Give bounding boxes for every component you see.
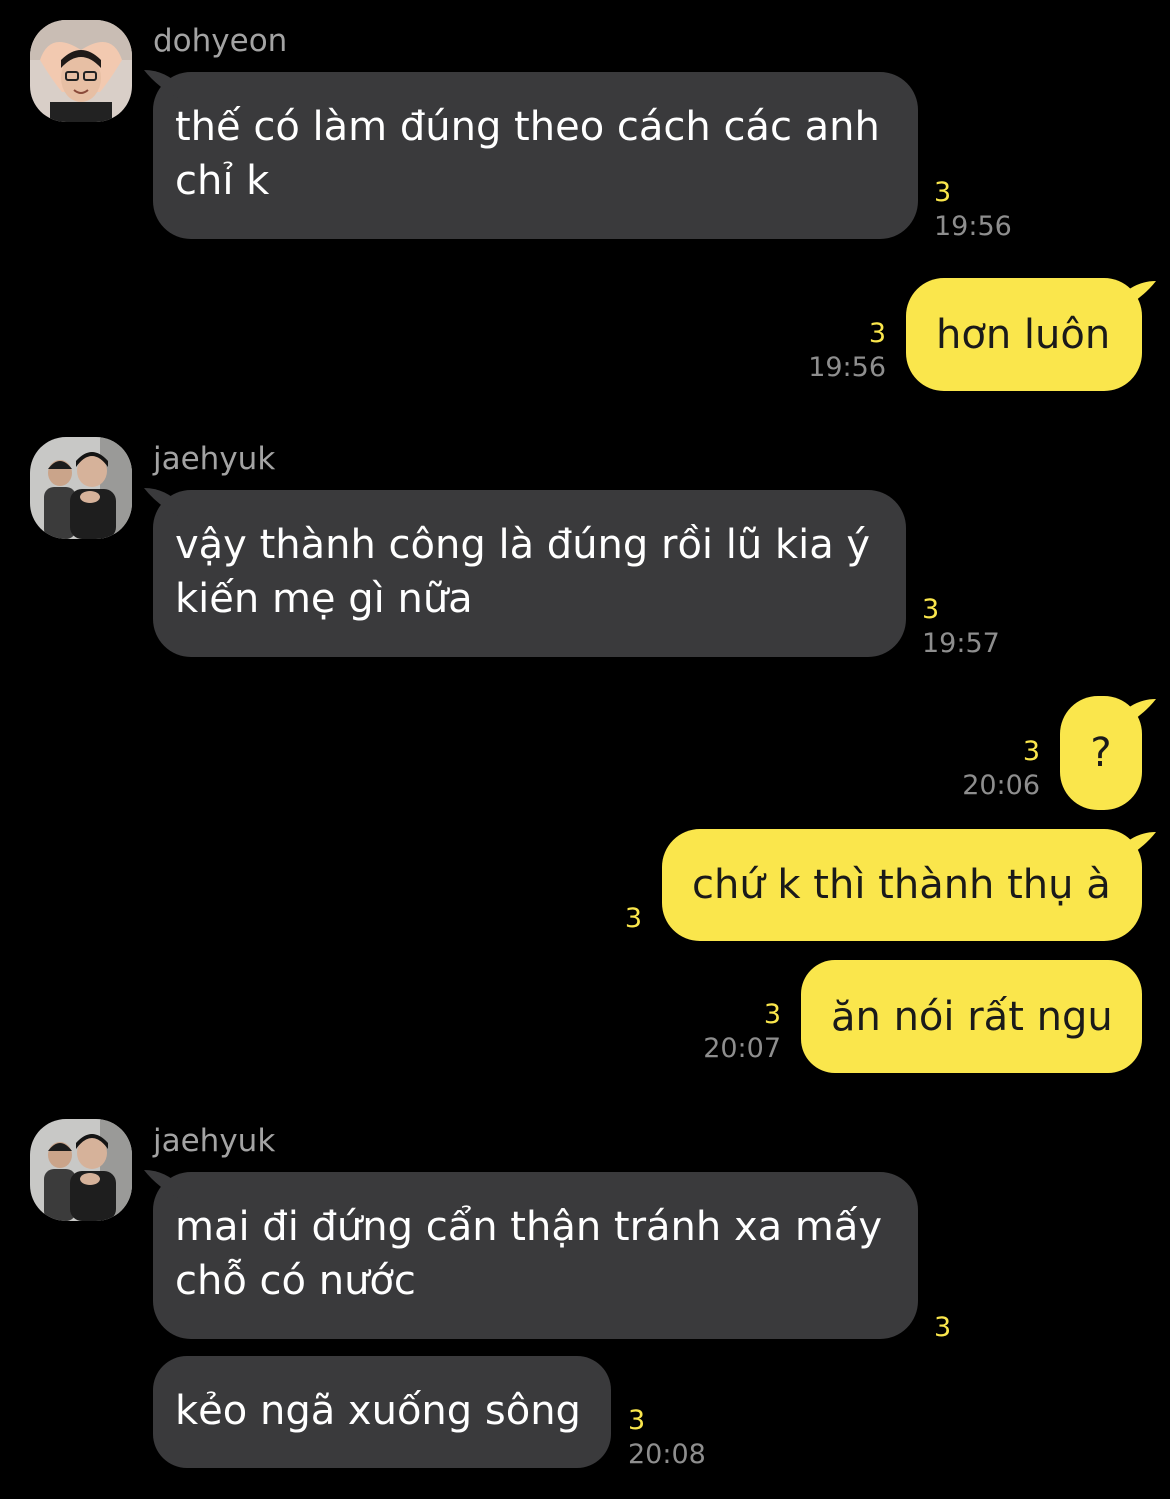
message-meta: 3 20:08: [628, 1404, 706, 1472]
message-bubble-outgoing[interactable]: chứ k thì thành thụ à: [662, 829, 1156, 941]
timestamp: 19:56: [808, 352, 886, 383]
message-text: ?: [1090, 730, 1112, 776]
avatar-jaehyuk[interactable]: [30, 437, 132, 539]
bubble-tail: [144, 70, 182, 100]
message-text-line: mai đi đứng cẩn thận tránh xa mấy: [175, 1204, 883, 1250]
avatar-dohyeon-photo: [30, 20, 132, 122]
message-text-line: chỉ k: [175, 158, 270, 204]
avatar-jaehyuk-photo: [30, 1119, 132, 1221]
bubble-tail: [1118, 699, 1156, 729]
unread-count: 3: [763, 999, 781, 1030]
unread-count: 3: [624, 903, 642, 934]
unread-count: 3: [934, 177, 952, 208]
sender-name: jaehyuk: [153, 441, 276, 477]
unread-count: 3: [934, 1312, 952, 1343]
bubble-tail: [1118, 281, 1156, 311]
avatar-dohyeon[interactable]: [30, 20, 132, 122]
message-bubble-outgoing[interactable]: ?: [1060, 696, 1156, 810]
message-bubble[interactable]: mai đi đứng cẩn thận tránh xa mấy chỗ có…: [144, 1170, 918, 1339]
message-text: hơn luôn: [936, 311, 1111, 358]
message-text-line: kẻo ngã xuống sông: [175, 1388, 581, 1434]
message-text-line: thế có làm đúng theo cách các anh: [175, 104, 880, 150]
message-text-line: vậy thành công là đúng rồi lũ kia ý: [175, 522, 871, 568]
message-meta: 3: [934, 1311, 951, 1345]
message-meta: 3 20:07: [703, 998, 781, 1066]
avatar-jaehyuk-photo: [30, 437, 132, 539]
message-text-line: chỗ có nước: [175, 1258, 416, 1304]
message-meta: 3 19:56: [934, 176, 1012, 244]
sender-name: jaehyuk: [153, 1123, 276, 1159]
message-text: chứ k thì thành thụ à: [692, 862, 1111, 908]
timestamp: 19:56: [934, 211, 1012, 242]
message-bubble-outgoing[interactable]: hơn luôn: [906, 278, 1156, 391]
message-meta: 3 19:56: [808, 317, 886, 385]
bubble-tail: [144, 1170, 182, 1200]
unread-count: 3: [1022, 736, 1040, 767]
timestamp: 20:07: [703, 1033, 781, 1064]
message-meta: 3: [625, 902, 642, 936]
message-bubble[interactable]: kẻo ngã xuống sông: [153, 1356, 611, 1468]
message-meta: 3 20:06: [962, 735, 1040, 803]
timestamp: 20:06: [962, 770, 1040, 801]
unread-count: 3: [628, 1405, 646, 1436]
unread-count: 3: [868, 318, 886, 349]
message-bubble[interactable]: vậy thành công là đúng rồi lũ kia ý kiến…: [144, 488, 906, 657]
bubble-tail: [144, 488, 182, 518]
message-bubble-outgoing[interactable]: ăn nói rất ngu: [801, 960, 1142, 1073]
message-bubble[interactable]: thế có làm đúng theo cách các anh chỉ k: [144, 70, 918, 239]
avatar-jaehyuk[interactable]: [30, 1119, 132, 1221]
timestamp: 20:08: [628, 1439, 706, 1470]
message-meta: 3 19:57: [922, 593, 1000, 661]
unread-count: 3: [922, 594, 940, 625]
timestamp: 19:57: [922, 628, 1000, 659]
message-text-line: kiến mẹ gì nữa: [175, 576, 473, 622]
bubble-tail: [1118, 832, 1156, 862]
message-text: ăn nói rất ngu: [831, 993, 1113, 1040]
sender-name: dohyeon: [153, 23, 288, 59]
